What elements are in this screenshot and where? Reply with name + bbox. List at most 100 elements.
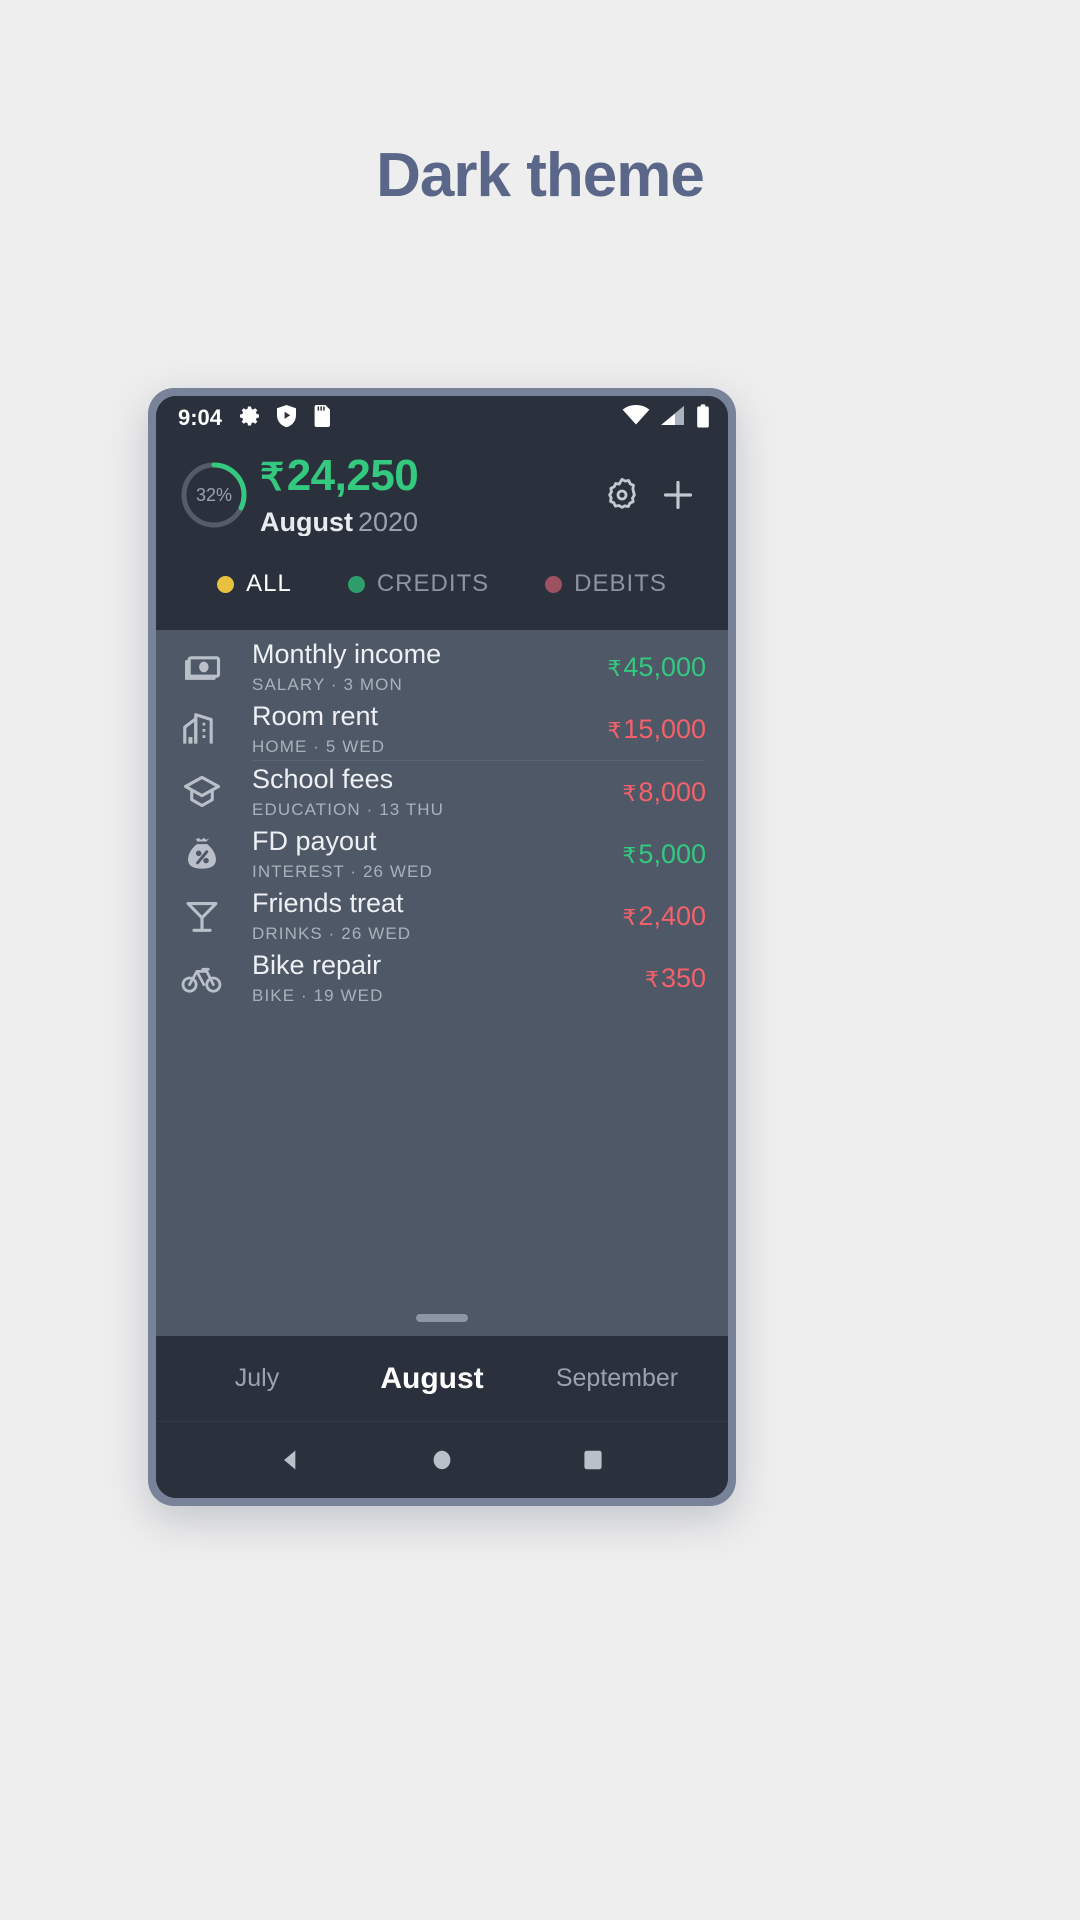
transaction-title: School fees [252,763,394,794]
bicycle-icon [180,956,238,1000]
filter-dot-debits [545,575,563,593]
month-item-previous[interactable]: July [172,1364,342,1393]
transaction-category: HOME [252,737,308,757]
transaction-details: Bike repair BIKE · 19 WED [238,950,637,1006]
sheet-drag-handle[interactable] [416,1314,468,1322]
filter-tabs: ALL CREDITS DEBITS [156,536,728,630]
settings-button[interactable] [594,467,650,523]
rupee-symbol: ₹ [622,842,637,868]
filter-dot-credits [347,575,365,593]
rupee-symbol: ₹ [622,780,637,806]
transaction-title: Friends treat [252,887,404,918]
transaction-category: INTEREST [252,862,345,882]
recents-button[interactable] [553,1430,633,1490]
transaction-subtitle: EDUCATION · 13 THU [252,800,614,820]
cellular-signal-icon [660,405,686,432]
transaction-category: BIKE [252,986,296,1006]
status-left-icons [238,404,331,433]
transaction-amount-value: 350 [660,962,706,993]
transaction-subtitle: HOME · 5 WED [252,737,599,757]
filter-tab-debits[interactable]: DEBITS [545,570,667,598]
transaction-subtitle: SALARY · 3 MON [252,675,599,695]
square-recents-icon [584,1450,602,1470]
transaction-subtitle: INTEREST · 26 WED [252,862,614,882]
header-balance-block: ₹24,250 August 2020 [260,454,594,536]
transaction-date: 26 WED [341,924,412,944]
table-row[interactable]: FD payout INTEREST · 26 WED ₹5,000 [156,823,728,885]
home-button[interactable] [402,1430,482,1490]
filter-tab-all[interactable]: ALL [217,570,292,598]
app-header: 32% ₹24,250 August 2020 [156,440,728,536]
transaction-amount: ₹350 [637,963,706,994]
month-item-current[interactable]: August [342,1362,522,1396]
month-item-next[interactable]: September [522,1364,712,1393]
header-top-row: 32% ₹24,250 August 2020 [178,454,706,536]
transaction-amount: ₹2,400 [614,901,706,932]
battery-icon [696,403,710,433]
transaction-subtitle: DRINKS · 26 WED [252,924,614,944]
transaction-title: Bike repair [252,949,382,980]
shield-play-icon [276,404,297,433]
transaction-title: FD payout [252,825,377,856]
triangle-back-icon [284,1450,296,1470]
gear-icon [238,404,262,433]
balance-value: 24,250 [286,451,419,500]
status-bar: 9:04 [156,396,728,440]
transaction-separator: · [328,924,336,944]
period-year: 2020 [357,507,419,537]
budget-progress-label: 32% [195,484,233,505]
transaction-date: 26 WED [362,862,433,882]
transaction-category: DRINKS [252,924,323,944]
transaction-details: Room rent HOME · 5 WED [238,701,599,757]
transaction-amount-value: 2,400 [638,900,706,931]
balance-period: August 2020 [260,509,594,536]
table-row[interactable]: School fees EDUCATION · 13 THU ₹8,000 [156,761,728,823]
transaction-details: School fees EDUCATION · 13 THU [238,764,614,820]
table-row[interactable]: Friends treat DRINKS · 26 WED ₹2,400 [156,885,728,947]
money-bag-icon [180,832,238,876]
transaction-details: FD payout INTEREST · 26 WED [238,826,614,882]
table-row[interactable]: Monthly income SALARY · 3 MON ₹45,000 [156,636,728,698]
status-right-icons [622,403,710,433]
transaction-date: 3 MON [343,675,403,695]
filter-label-debits: DEBITS [574,570,667,597]
add-transaction-button[interactable] [650,467,706,523]
transaction-amount-value: 8,000 [638,776,706,807]
period-month: August [260,507,353,537]
balance-amount: ₹24,250 [260,454,594,498]
transaction-date: 13 THU [379,800,445,820]
gear-icon [608,477,636,509]
transaction-amount-value: 15,000 [623,713,706,744]
rupee-symbol: ₹ [622,904,637,930]
transaction-separator: · [330,675,338,695]
transaction-category: SALARY [252,675,326,695]
transaction-amount: ₹15,000 [599,714,706,745]
android-nav-bar [156,1422,728,1498]
table-row[interactable]: Bike repair BIKE · 19 WED ₹350 [156,947,728,1009]
phone-frame: 9:04 32% ₹24,250 August 2020 ALL CREDITS… [148,388,736,1506]
table-row[interactable]: Room rent HOME · 5 WED ₹15,000 [156,698,728,760]
transaction-amount: ₹8,000 [614,777,706,808]
transaction-details: Monthly income SALARY · 3 MON [238,639,599,695]
budget-progress-ring: 32% [178,459,250,531]
house-icon [180,707,238,751]
phone-screen: 9:04 32% ₹24,250 August 2020 ALL CREDITS… [156,396,728,1498]
transaction-title: Monthly income [252,638,442,669]
back-button[interactable] [251,1430,331,1490]
page-title: Dark theme [376,141,705,210]
transaction-date: 19 WED [313,986,384,1006]
cash-icon [180,645,238,689]
transaction-amount-value: 45,000 [623,651,706,682]
transaction-amount-value: 5,000 [638,838,706,869]
filter-tab-credits[interactable]: CREDITS [347,570,489,598]
cocktail-icon [180,894,238,938]
transaction-title: Room rent [252,700,379,731]
filter-dot-all [217,575,235,593]
transaction-separator: · [300,986,308,1006]
transaction-category: EDUCATION [252,800,361,820]
filter-label-all: ALL [246,570,292,597]
transaction-amount: ₹5,000 [614,839,706,870]
transaction-list[interactable]: Monthly income SALARY · 3 MON ₹45,000 Ro… [156,630,728,1336]
transaction-separator: · [366,800,374,820]
rupee-symbol: ₹ [607,717,622,743]
